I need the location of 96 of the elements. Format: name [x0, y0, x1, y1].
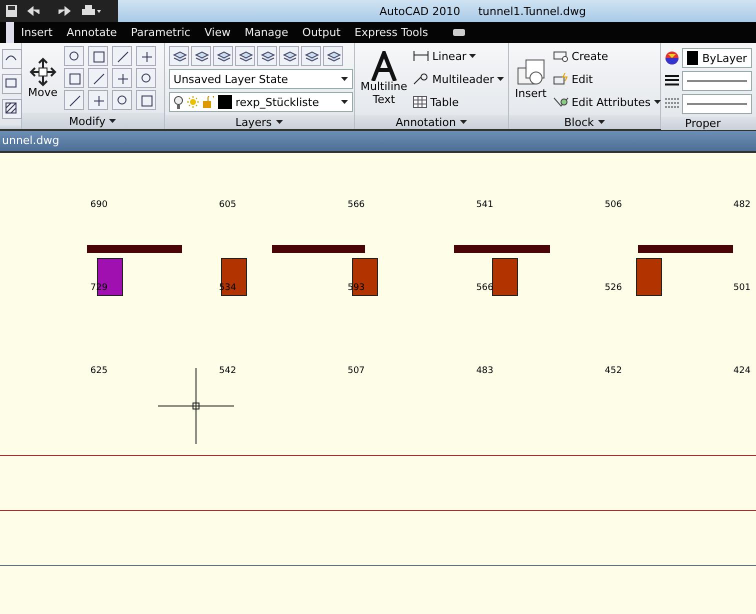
panel-toggle-icon[interactable]	[453, 29, 466, 36]
create-block-button[interactable]: Create	[552, 46, 661, 66]
tool-icon[interactable]	[136, 68, 156, 88]
print-icon[interactable]	[81, 5, 101, 17]
edit-attributes-button[interactable]: Edit Attributes	[552, 92, 661, 112]
color-swatch	[687, 51, 698, 65]
color-value: ByLayer	[702, 52, 747, 64]
letter-a-icon	[370, 51, 397, 82]
caret-icon	[598, 120, 605, 124]
tool-icon[interactable]	[88, 90, 108, 110]
tool-icon[interactable]	[88, 46, 108, 66]
block-icon	[552, 72, 569, 86]
ribbon-tab[interactable]: Manage	[238, 22, 296, 43]
layer-tool-icon[interactable]	[168, 46, 189, 66]
layer-tool-icon[interactable]	[234, 46, 255, 66]
caret-icon	[497, 77, 504, 81]
table-icon	[413, 96, 428, 108]
caret-icon	[460, 120, 467, 124]
dimension-icon	[413, 50, 430, 62]
application-name: AutoCAD 2010	[379, 4, 460, 18]
tool-icon[interactable]	[88, 68, 108, 88]
dimension-label: 542	[219, 366, 236, 376]
lineweight-dropdown[interactable]	[682, 71, 752, 91]
color-dropdown[interactable]: ByLayer	[682, 48, 752, 68]
document-tab[interactable]: unnel.dwg	[2, 134, 60, 147]
dimension-label: 482	[733, 200, 751, 210]
layer-tool-icon[interactable]	[322, 46, 343, 66]
edit-block-button[interactable]: Edit	[552, 69, 661, 89]
layer-tool-icon[interactable]	[256, 46, 277, 66]
line-sample-icon	[687, 103, 747, 105]
layer-tool-icon[interactable]	[212, 46, 233, 66]
line-sample-icon	[687, 80, 747, 82]
panel-title[interactable]: Layers	[235, 116, 272, 128]
dimension-label: 501	[733, 283, 751, 293]
layer-tool-icon[interactable]	[278, 46, 299, 66]
document-title: tunnel1.Tunnel.dwg	[478, 4, 586, 18]
tool-icon[interactable]	[64, 46, 84, 66]
tool-icon[interactable]	[64, 90, 84, 110]
layer-state-dropdown[interactable]: Unsaved Layer State	[168, 69, 353, 89]
dimension-label: 605	[219, 200, 236, 210]
tool-icon[interactable]	[136, 46, 156, 66]
sun-icon	[186, 96, 199, 108]
tool-icon[interactable]	[64, 68, 84, 88]
dimension-label: 625	[90, 366, 108, 376]
save-icon[interactable]	[6, 5, 17, 17]
table-button[interactable]: Table	[413, 92, 504, 112]
layer-tool-icon[interactable]	[300, 46, 321, 66]
four-way-arrow-icon	[28, 56, 57, 87]
linetype-icon[interactable]	[665, 98, 679, 110]
hatch-icon[interactable]	[2, 99, 22, 119]
color-swatch	[218, 95, 232, 109]
ribbon-tab[interactable]: Annotate	[60, 22, 124, 43]
layer-name: rexp_Stückliste	[236, 96, 319, 108]
dropdown-caret-icon	[340, 77, 348, 81]
multiline-text-button[interactable]: Multiline Text	[358, 46, 410, 112]
multileader-button[interactable]: Multileader	[413, 69, 504, 89]
panel-title[interactable]: Block	[564, 116, 594, 128]
dimension-label: 483	[476, 366, 494, 376]
dimension-label: 566	[348, 200, 365, 210]
ribbon-tab[interactable]: Insert	[14, 22, 60, 43]
caret-icon	[276, 120, 283, 124]
linetype-dropdown[interactable]	[682, 94, 752, 114]
dimension-label: 507	[348, 366, 365, 376]
dimension-label: 690	[90, 200, 108, 210]
dimension-label: 526	[604, 283, 622, 293]
leader-icon	[413, 73, 430, 85]
caret-icon	[109, 119, 116, 123]
block-icon	[552, 96, 569, 108]
caret-icon	[469, 54, 476, 58]
block-icon	[552, 50, 569, 62]
ribbon-tab[interactable]: Parametric	[124, 22, 198, 43]
linear-dimension-button[interactable]: Linear	[413, 46, 504, 66]
tool-icon[interactable]	[136, 90, 156, 110]
ribbon-tab[interactable]: Output	[295, 22, 348, 43]
dropdown-caret-icon	[340, 100, 348, 104]
tool-icon[interactable]	[112, 68, 132, 88]
tool-icon[interactable]	[112, 46, 132, 66]
dimension-label: 541	[476, 200, 494, 210]
move-button[interactable]: Move	[26, 46, 60, 110]
lineweight-icon[interactable]	[665, 75, 679, 87]
insert-button[interactable]: Insert	[513, 46, 549, 112]
layer-dropdown[interactable]: rexp_Stückliste	[168, 92, 353, 112]
layer-state-text: Unsaved Layer State	[174, 72, 288, 86]
dimension-label: 424	[733, 366, 751, 376]
padlock-icon	[202, 96, 214, 108]
dropdown-caret-icon	[654, 100, 661, 104]
dimension-label: 506	[604, 200, 622, 210]
lightbulb-icon	[174, 96, 183, 108]
tool-icon[interactable]	[112, 90, 132, 110]
layer-tool-icon[interactable]	[190, 46, 211, 66]
ribbon-tab[interactable]: Express Tools	[348, 22, 436, 43]
ribbon-tab[interactable]: View	[197, 22, 238, 43]
color-wheel-icon[interactable]	[665, 51, 679, 65]
crosshair-cursor-icon	[158, 368, 234, 444]
rectangle-icon[interactable]	[2, 74, 22, 94]
dimension-label: 452	[604, 366, 622, 376]
